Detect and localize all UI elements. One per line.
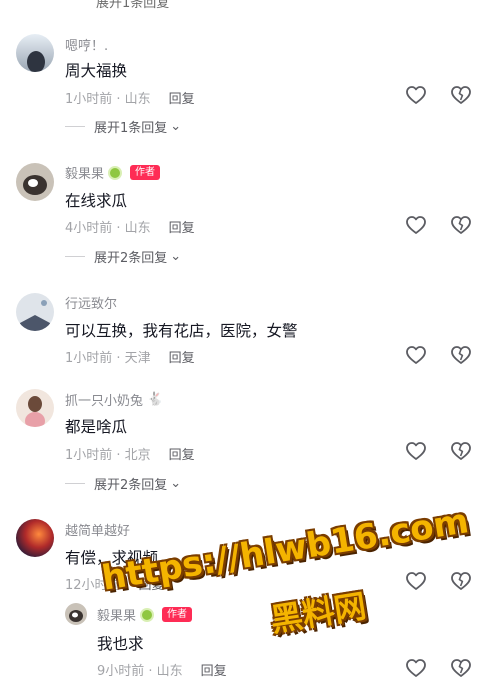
avatar[interactable] (65, 603, 87, 625)
author-badge: 作者 (130, 165, 161, 180)
avatar[interactable] (16, 34, 54, 72)
chevron-down-icon: ⌄ (170, 476, 182, 491)
chevron-down-icon: ⌄ (170, 119, 182, 134)
comment-text: 在线求瓜 (65, 192, 128, 210)
like-icon[interactable] (405, 84, 427, 106)
like-icon[interactable] (405, 657, 427, 679)
expand-replies-button[interactable]: 展开2条回复 ⌄ (65, 474, 181, 493)
time-location: 1小时前 · 天津 (65, 351, 151, 366)
author-badge: 作者 (162, 607, 193, 622)
dislike-icon[interactable] (450, 214, 472, 236)
dislike-icon[interactable] (450, 440, 472, 462)
username[interactable]: 毅果果 (65, 163, 104, 182)
like-icon[interactable] (405, 440, 427, 462)
time-location: 4小时前 · 山东 (65, 221, 151, 236)
divider (65, 483, 85, 484)
kiwi-icon (108, 165, 123, 180)
divider (65, 256, 85, 257)
dislike-icon[interactable] (450, 84, 472, 106)
username[interactable]: 抓一只小奶兔 (65, 390, 143, 409)
reply-button[interactable]: 回复 (169, 444, 195, 463)
dislike-icon[interactable] (450, 657, 472, 679)
comment-text: 可以互换，我有花店，医院，女警 (65, 322, 298, 340)
reply-button[interactable]: 回复 (169, 88, 195, 107)
time-location: 9小时前 · 山东 (97, 664, 183, 679)
rabbit-icon: 🐇 (147, 392, 164, 407)
expand-replies-button[interactable]: 展开2条回复 ⌄ (65, 247, 181, 266)
username[interactable]: 嗯哼！. (65, 35, 108, 54)
dislike-icon[interactable] (450, 570, 472, 592)
time-location: 1小时前 · 山东 (65, 92, 151, 107)
divider (65, 126, 85, 127)
watermark-name: 黑料网 (267, 586, 369, 640)
comment-text: 我也求 (97, 635, 144, 653)
like-icon[interactable] (405, 214, 427, 236)
chevron-down-icon: ⌄ (170, 249, 182, 264)
reply-button[interactable]: 回复 (201, 660, 227, 679)
avatar[interactable] (16, 163, 54, 201)
dislike-icon[interactable] (450, 344, 472, 366)
kiwi-icon (140, 607, 155, 622)
like-icon[interactable] (405, 570, 427, 592)
avatar[interactable] (16, 293, 54, 331)
expand-replies-partial[interactable]: 展开1条回复 (96, 0, 169, 11)
username[interactable]: 行远致尔 (65, 293, 117, 312)
username[interactable]: 越简单越好 (65, 520, 130, 539)
avatar[interactable] (16, 389, 54, 427)
username[interactable]: 毅果果 (97, 605, 136, 624)
like-icon[interactable] (405, 344, 427, 366)
avatar[interactable] (16, 519, 54, 557)
time-location: 1小时前 · 北京 (65, 448, 151, 463)
comment-text: 周大福换 (65, 62, 128, 80)
expand-replies-button[interactable]: 展开1条回复 ⌄ (65, 117, 181, 136)
reply-button[interactable]: 回复 (169, 347, 195, 366)
comment-text: 都是啥瓜 (65, 418, 128, 436)
reply-button[interactable]: 回复 (169, 217, 195, 236)
